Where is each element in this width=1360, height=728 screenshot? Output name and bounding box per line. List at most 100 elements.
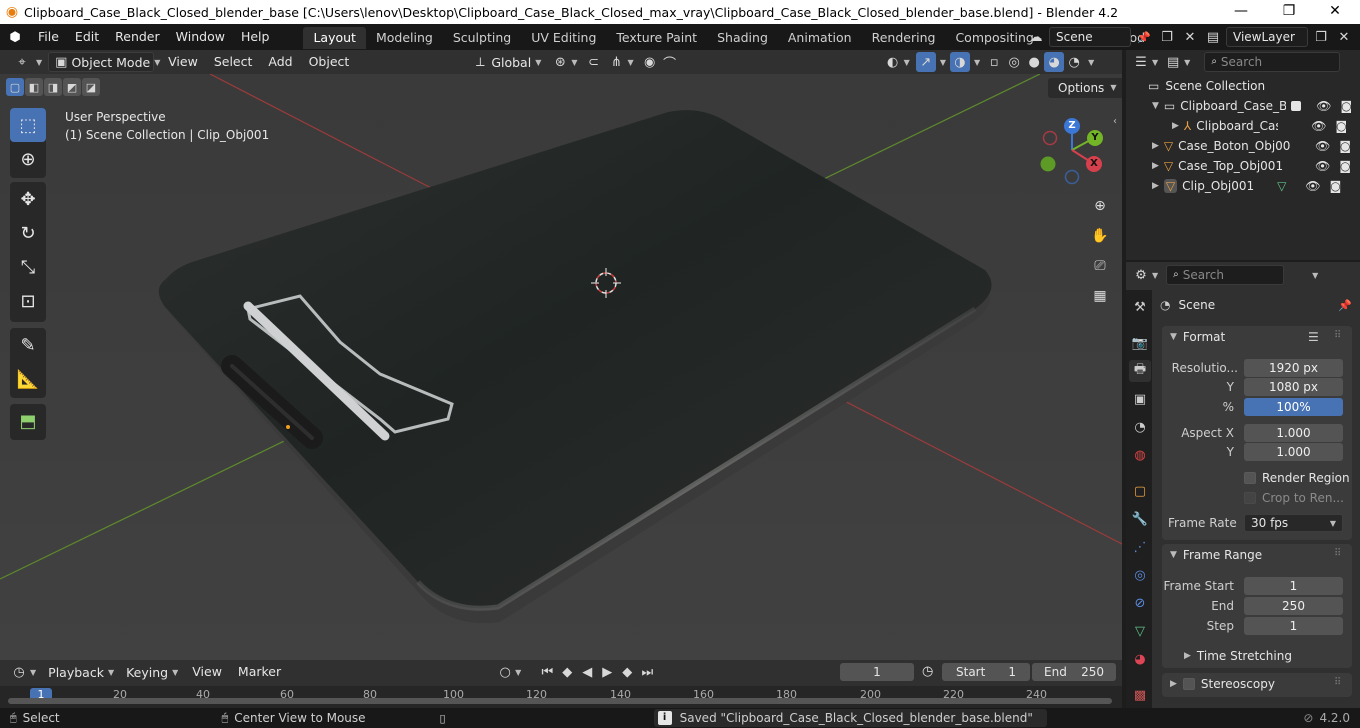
scale-tool[interactable]: ⤡	[10, 250, 46, 284]
pin-icon[interactable]: 📌	[1134, 27, 1154, 47]
falloff-icon[interactable]: ⌒	[660, 52, 680, 72]
collapse-icon[interactable]: ▼	[1152, 101, 1159, 111]
tab-rendering[interactable]: Rendering	[862, 27, 946, 49]
outliner-item[interactable]: ▼ ▭ Clipboard_Case_Bla 👁 ◙	[1126, 96, 1360, 116]
playback-menu[interactable]: Playback ▼	[42, 662, 120, 682]
outliner-item[interactable]: ▶ ⅄ Clipboard_Case 👁 ◙	[1126, 116, 1360, 136]
stereoscopy-header[interactable]: ▶ Stereoscopy	[1170, 677, 1275, 691]
snap-target-dropdown[interactable]: ⋔ ▼	[604, 52, 640, 72]
menu-window[interactable]: Window	[168, 24, 233, 50]
move-tool[interactable]: ✥	[10, 182, 46, 216]
current-frame-field[interactable]: 1	[840, 663, 914, 681]
tab-data[interactable]: ▽	[1129, 620, 1151, 642]
blender-menu-icon[interactable]: ⬢	[0, 27, 30, 47]
drag-handle-icon[interactable]: ⠿	[1334, 330, 1341, 341]
tab-world[interactable]: ◍	[1129, 444, 1151, 466]
properties-options-icon[interactable]: ▼	[1312, 271, 1318, 280]
snap-icon[interactable]: ⊂	[584, 52, 604, 72]
drag-handle-icon[interactable]: ⠿	[1334, 677, 1341, 688]
jump-keyframe-forward-icon[interactable]: ◆	[617, 662, 637, 682]
tab-texture[interactable]: ▩	[1129, 684, 1151, 706]
render-region-check[interactable]	[1244, 472, 1256, 484]
aspect-y-field[interactable]: 1.000	[1244, 443, 1343, 461]
frame-range-panel-header[interactable]: ▼ Frame Range	[1170, 548, 1262, 562]
timeline-ruler[interactable]: 1 20 40 60 80 100 120 140 160 180 200 22…	[0, 686, 1122, 708]
frame-end-field[interactable]: 250	[1244, 597, 1343, 615]
eye-icon[interactable]: 👁	[1316, 99, 1331, 113]
minimize-button[interactable]: —	[1218, 0, 1264, 24]
tab-modeling[interactable]: Modeling	[366, 27, 443, 49]
select-new-icon[interactable]: ▢	[6, 78, 24, 96]
keying-menu[interactable]: Keying ▼	[120, 662, 184, 682]
eye-icon[interactable]: 👁	[1311, 119, 1326, 133]
material-shading-icon[interactable]: ◕	[1044, 52, 1065, 72]
viewport-menu-select[interactable]: Select	[206, 49, 261, 75]
tab-view-layer[interactable]: ▣	[1129, 388, 1151, 410]
jump-end-icon[interactable]: ⏭	[637, 662, 657, 682]
gizmo-y-axis[interactable]: Y	[1087, 130, 1103, 146]
overlay-toggle-icon[interactable]: ◑	[949, 52, 970, 72]
jump-keyframe-back-icon[interactable]: ◆	[557, 662, 577, 682]
proportional-edit-icon[interactable]: ◉	[640, 52, 660, 72]
timeline-editor-type[interactable]: ◷ ▼	[6, 662, 42, 682]
close-button[interactable]: ✕	[1312, 0, 1358, 24]
frame-start-field[interactable]: 1	[1244, 577, 1343, 595]
menu-render[interactable]: Render	[107, 24, 168, 50]
stereoscopy-checkbox[interactable]	[1182, 678, 1195, 690]
tab-texture-paint[interactable]: Texture Paint	[606, 27, 707, 49]
outliner-display-mode[interactable]: ▤ ▼	[1164, 52, 1192, 72]
viewlayer-name-field[interactable]: ViewLayer	[1226, 27, 1308, 47]
tab-layout[interactable]: Layout	[303, 27, 366, 49]
tab-particles[interactable]: ⋰	[1129, 536, 1151, 558]
tab-material[interactable]: ◕	[1129, 648, 1151, 670]
delete-scene-icon[interactable]: ✕	[1180, 27, 1200, 47]
expand-icon[interactable]: ▶	[1152, 181, 1159, 191]
options-dropdown[interactable]: Options ▼	[1048, 78, 1122, 98]
tab-uv-editing[interactable]: UV Editing	[521, 27, 606, 49]
camera-icon[interactable]: ◙	[1339, 159, 1351, 173]
camera-view-button[interactable]: ⎚	[1088, 254, 1112, 278]
start-frame-field[interactable]: Start 1	[942, 663, 1030, 681]
aspect-x-field[interactable]: 1.000	[1244, 424, 1343, 442]
tab-modifiers[interactable]: 🔧	[1129, 508, 1151, 530]
sidebar-toggle-icon[interactable]: ‹	[1113, 116, 1117, 127]
timeline-marker-menu[interactable]: Marker	[230, 659, 289, 685]
select-box-tool[interactable]: ⬚	[10, 108, 46, 142]
timeline-view-menu[interactable]: View	[184, 659, 230, 685]
gizmo-x-axis[interactable]: X	[1086, 156, 1102, 172]
pivot-dropdown[interactable]: ⊛ ▼	[547, 52, 583, 72]
properties-search[interactable]: ⌕ Search	[1166, 265, 1285, 285]
editor-type-dropdown[interactable]: ⌖ ▼	[6, 52, 48, 72]
timeline-scrollbar[interactable]	[8, 698, 1112, 704]
eye-icon[interactable]: 👁	[1305, 179, 1320, 193]
play-reverse-icon[interactable]: ◀	[577, 662, 597, 682]
viewlayer-icon[interactable]: ▤	[1203, 27, 1223, 47]
preview-range-icon[interactable]: ◷	[922, 664, 933, 679]
select-subtract-icon[interactable]: ◨	[44, 78, 62, 96]
menu-edit[interactable]: Edit	[67, 24, 107, 50]
rendered-shading-icon[interactable]: ◔	[1064, 52, 1084, 72]
rotate-tool[interactable]: ↻	[10, 216, 46, 250]
viewport-menu-add[interactable]: Add	[260, 49, 300, 75]
resolution-x-field[interactable]: 1920 px	[1244, 359, 1343, 377]
3d-viewport[interactable]: Z Y X ▢ ◧ ◨ ◩ ◪ User Perspective (1) Sce…	[0, 74, 1122, 660]
camera-icon[interactable]: ◙	[1336, 119, 1348, 133]
mode-dropdown[interactable]: ▣ Object Mode ▼	[48, 52, 160, 72]
status-report[interactable]: i Saved "Clipboard_Case_Black_Closed_ble…	[653, 709, 1047, 727]
tab-object[interactable]: ▢	[1129, 480, 1151, 502]
xray-toggle-icon[interactable]: ▫	[984, 52, 1004, 72]
format-panel-header[interactable]: ▼ Format	[1170, 330, 1225, 344]
measure-tool[interactable]: 📐	[10, 362, 46, 396]
wireframe-shading-icon[interactable]: ◎	[1004, 52, 1024, 72]
crop-to-render-check[interactable]	[1244, 492, 1256, 504]
render-region-checkbox[interactable]: Render Region	[1244, 471, 1350, 485]
tab-animation[interactable]: Animation	[778, 27, 862, 49]
camera-icon[interactable]: ◙	[1330, 179, 1342, 193]
tab-tool[interactable]: ⚒	[1129, 296, 1151, 318]
menu-file[interactable]: File	[30, 24, 67, 50]
expand-icon[interactable]: ▶	[1172, 121, 1179, 131]
ortho-toggle-button[interactable]: ▦	[1088, 284, 1112, 308]
drag-handle-icon[interactable]: ⠿	[1334, 548, 1341, 559]
outliner-item[interactable]: ▶ ▽ Case_Top_Obj001 👁 ◙	[1126, 156, 1360, 176]
pan-button[interactable]: ✋	[1088, 224, 1112, 248]
